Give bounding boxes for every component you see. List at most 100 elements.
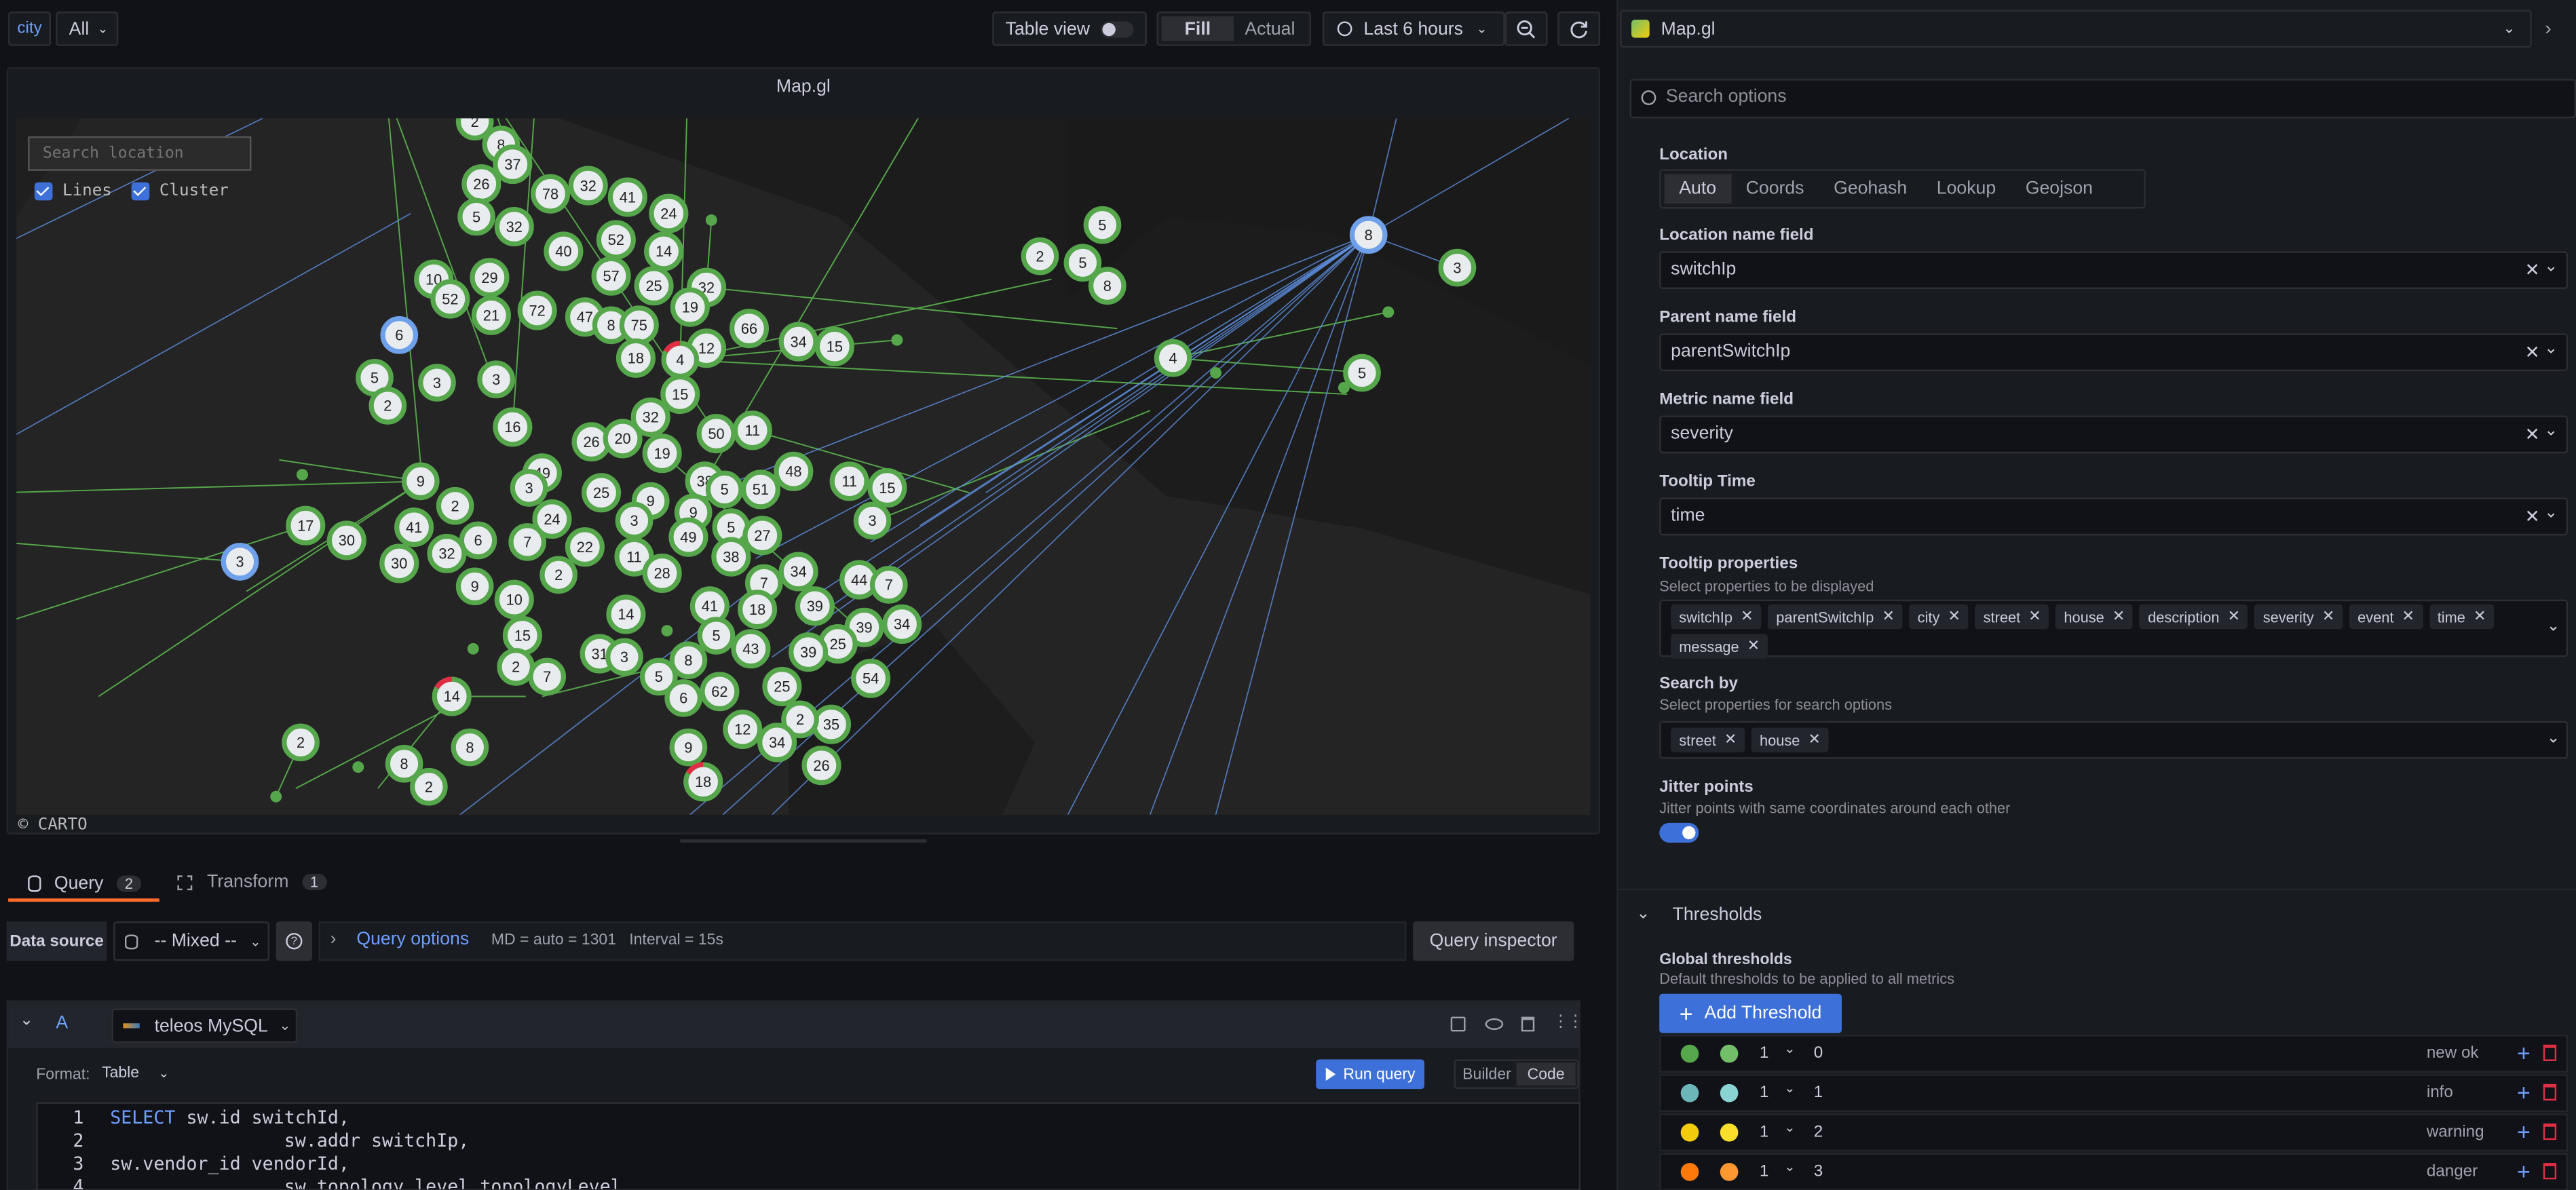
threshold-color-dot[interactable] bbox=[1680, 1083, 1699, 1102]
data-source-picker[interactable]: -- Mixed -- ⌄ bbox=[113, 921, 270, 961]
cluster-marker[interactable]: 66 bbox=[729, 309, 770, 349]
cluster-marker[interactable]: 41 bbox=[607, 177, 647, 217]
cluster-marker[interactable]: 34 bbox=[757, 723, 797, 763]
cluster-marker[interactable]: 32 bbox=[568, 166, 608, 206]
cluster-marker[interactable]: 7 bbox=[528, 657, 567, 696]
cluster-marker[interactable]: 28 bbox=[642, 553, 682, 593]
cluster-marker[interactable]: 25 bbox=[582, 473, 622, 513]
map-canvas[interactable]: 2 8 37 26 78 32 41 24 5 32 52 40 14 10 29 57 25 32 52 72 21 4… bbox=[16, 118, 1591, 815]
cluster-marker[interactable]: 54 bbox=[851, 658, 891, 698]
cluster-marker[interactable]: 6 bbox=[664, 679, 702, 717]
threshold-name[interactable]: new ok bbox=[2427, 1045, 2479, 1063]
run-query-button[interactable]: Run query bbox=[1316, 1059, 1425, 1090]
threshold-color-dot[interactable] bbox=[1680, 1044, 1699, 1063]
clear-icon[interactable]: ✕ bbox=[2525, 424, 2540, 445]
cluster-marker[interactable]: 18 bbox=[683, 762, 723, 802]
visualization-picker[interactable]: Map.gl ⌄ bbox=[1620, 9, 2532, 48]
cluster-marker[interactable]: 11 bbox=[732, 410, 772, 450]
duplicate-query-icon[interactable] bbox=[1450, 1016, 1466, 1032]
cluster-marker[interactable]: 21 bbox=[471, 295, 511, 335]
cluster-marker[interactable]: 57 bbox=[591, 256, 631, 296]
cluster-marker[interactable]: 30 bbox=[326, 520, 366, 560]
threshold-count[interactable]: 1 bbox=[1760, 1163, 1768, 1181]
threshold-color-dot[interactable] bbox=[1720, 1123, 1739, 1142]
tab-query[interactable]: Query 2 bbox=[8, 864, 159, 903]
search-by-multiselect[interactable]: street ✕ house ✕ bbox=[1659, 721, 2569, 759]
cluster-marker[interactable]: 2 bbox=[282, 723, 320, 762]
lines-checkbox[interactable]: Lines bbox=[34, 182, 112, 201]
cluster-marker[interactable]: 39 bbox=[795, 586, 835, 626]
cluster-marker[interactable]: 9 bbox=[669, 728, 708, 767]
actual-button[interactable]: Actual bbox=[1234, 16, 1306, 41]
cluster-marker[interactable]: 38 bbox=[711, 537, 751, 577]
threshold-color-dot[interactable] bbox=[1720, 1044, 1739, 1063]
cluster-checkbox[interactable]: Cluster bbox=[131, 182, 229, 201]
clear-icon[interactable]: ✕ bbox=[2525, 260, 2540, 281]
cluster-marker[interactable]: 3 bbox=[221, 543, 259, 581]
cluster-marker[interactable]: 8 bbox=[451, 728, 489, 767]
cluster-marker[interactable]: 32 bbox=[494, 207, 534, 247]
threshold-color-dot[interactable] bbox=[1720, 1163, 1739, 1181]
code-line[interactable]: sw.addr switchIp, bbox=[110, 1130, 470, 1151]
cluster-marker[interactable]: 24 bbox=[649, 193, 689, 233]
code-line[interactable]: sw.topology_level topologyLevel, bbox=[110, 1176, 632, 1189]
sql-code-editor[interactable]: 1 SELECT sw.id switchId, 2 sw.addr switchI… bbox=[36, 1102, 1581, 1190]
cluster-marker[interactable]: 72 bbox=[517, 290, 557, 330]
cluster-marker[interactable]: 78 bbox=[530, 174, 571, 214]
cluster-marker[interactable]: 34 bbox=[882, 604, 922, 645]
cluster-marker[interactable]: 15 bbox=[660, 374, 700, 415]
variable-select[interactable]: All ⌄ bbox=[56, 11, 119, 46]
trash-icon[interactable] bbox=[2543, 1083, 2557, 1101]
panel-resize-handle[interactable] bbox=[680, 839, 927, 843]
cluster-marker[interactable]: 2 bbox=[368, 387, 407, 425]
cluster-marker[interactable]: 17 bbox=[286, 505, 326, 545]
cluster-marker[interactable]: 10 bbox=[494, 579, 534, 619]
cluster-marker[interactable]: 5 bbox=[457, 197, 495, 236]
cluster-marker[interactable]: 48 bbox=[774, 451, 814, 491]
cluster-marker[interactable]: 6 bbox=[380, 316, 419, 354]
threshold-count[interactable]: 1 bbox=[1760, 1045, 1768, 1063]
add-icon[interactable]: + bbox=[2517, 1039, 2531, 1066]
cluster-marker[interactable]: 26 bbox=[801, 746, 841, 786]
cluster-marker[interactable]: 9 bbox=[401, 462, 440, 501]
cluster-marker[interactable]: 29 bbox=[470, 258, 510, 298]
collapse-options-icon[interactable]: › bbox=[2545, 16, 2552, 39]
cluster-marker[interactable]: 34 bbox=[778, 322, 818, 362]
cluster-markers[interactable]: 28372678 3241245325240 1410 29 5725 32527221 4… bbox=[16, 118, 1590, 815]
drag-handle-icon[interactable]: ⋮⋮ bbox=[1553, 1014, 1584, 1032]
remove-chip-icon[interactable]: ✕ bbox=[1948, 608, 1960, 626]
query-inspector-button[interactable]: Query inspector bbox=[1413, 921, 1574, 961]
cluster-marker[interactable]: 2 bbox=[410, 767, 448, 806]
remove-chip-icon[interactable]: ✕ bbox=[1741, 608, 1753, 626]
clear-icon[interactable]: ✕ bbox=[2525, 342, 2540, 363]
cluster-marker[interactable]: 2 bbox=[436, 486, 474, 525]
cluster-marker[interactable]: 20 bbox=[603, 419, 643, 459]
chevron-down-icon[interactable]: ⌄ bbox=[1636, 905, 1650, 923]
cluster-marker[interactable]: 40 bbox=[544, 231, 584, 271]
trash-icon[interactable] bbox=[2543, 1163, 2557, 1180]
time-range-picker[interactable]: Last 6 hours ⌄ bbox=[1322, 11, 1505, 46]
search-options-input[interactable]: Search options bbox=[1629, 79, 2576, 119]
tab-transform[interactable]: Transform 1 bbox=[177, 864, 341, 900]
add-threshold-button[interactable]: + Add Threshold bbox=[1659, 993, 1842, 1033]
parent-name-select[interactable]: parentSwitchIp ✕ ⌄ bbox=[1659, 333, 2569, 372]
cluster-marker[interactable]: 8 bbox=[1349, 216, 1388, 254]
cluster-marker[interactable]: 3 bbox=[615, 501, 654, 540]
cluster-marker[interactable]: 32 bbox=[427, 533, 467, 573]
cluster-marker[interactable]: 6 bbox=[459, 521, 497, 560]
threshold-name[interactable]: warning bbox=[2427, 1124, 2484, 1142]
cluster-marker[interactable]: 62 bbox=[700, 672, 740, 712]
threshold-value[interactable]: 3 bbox=[1814, 1163, 1823, 1181]
cluster-marker[interactable]: 5 bbox=[1343, 353, 1381, 392]
threshold-count[interactable]: 1 bbox=[1760, 1084, 1768, 1102]
cluster-marker[interactable]: 2 bbox=[1021, 237, 1059, 275]
format-select[interactable]: Table ⌄ bbox=[102, 1064, 169, 1083]
cluster-marker[interactable]: 14 bbox=[644, 231, 684, 271]
search-location-input[interactable] bbox=[28, 136, 252, 171]
cluster-marker[interactable]: 19 bbox=[670, 287, 710, 327]
cluster-marker[interactable]: 75 bbox=[619, 305, 659, 345]
cluster-marker[interactable]: 25 bbox=[634, 266, 674, 306]
cluster-marker[interactable]: 19 bbox=[642, 434, 682, 474]
remove-chip-icon[interactable]: ✕ bbox=[2028, 608, 2041, 626]
cluster-marker[interactable]: 15 bbox=[814, 326, 854, 366]
